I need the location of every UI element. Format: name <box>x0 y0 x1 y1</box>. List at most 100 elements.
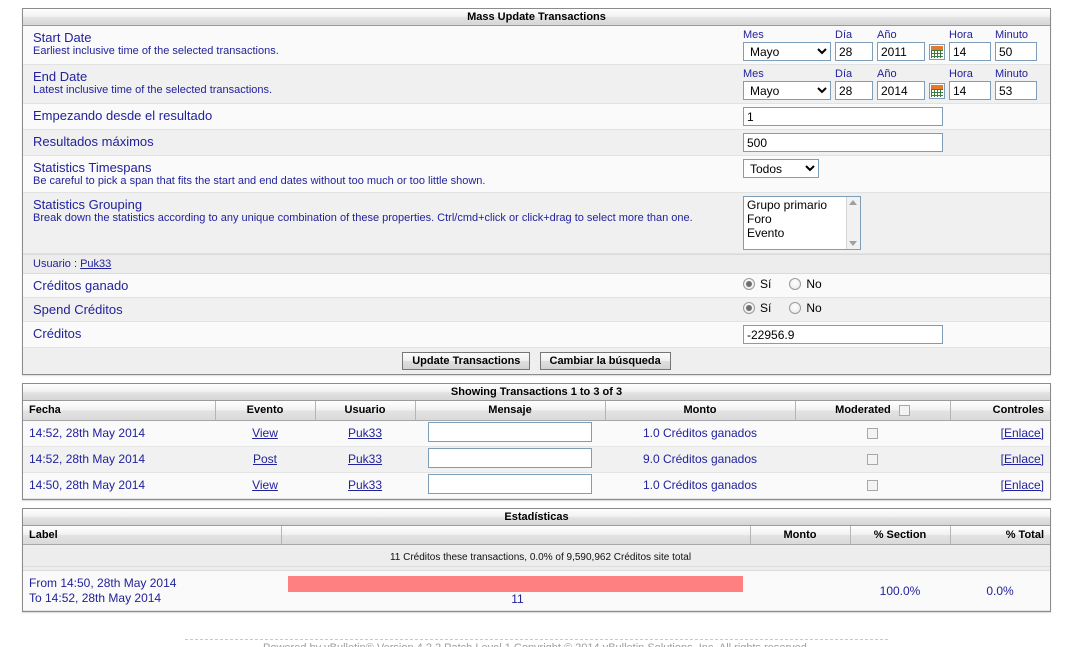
column-header-label[interactable]: Label <box>23 525 282 545</box>
column-header-moderated[interactable]: Moderated <box>795 401 951 421</box>
creditos-label-cell: Créditos <box>23 322 735 345</box>
timespans-label-cell: Statistics Timespans Be careful to pick … <box>23 156 735 192</box>
column-header-fecha[interactable]: Fecha <box>23 401 216 421</box>
start-date-anio-caption: Año <box>877 29 897 41</box>
moderated-checkbox[interactable] <box>867 480 878 492</box>
start-result-label-cell: Empezando desde el resultado <box>23 104 735 127</box>
form-row-timespans: Statistics Timespans Be careful to pick … <box>23 156 1050 193</box>
statistics-note: 11 Créditos these transactions, 0.0% of … <box>23 548 1050 567</box>
start-date-controls: Mes Mayo Día Año Hora <box>735 26 1050 64</box>
grouping-controls: Grupo primario Foro Evento <box>735 193 1050 253</box>
calendar-icon[interactable] <box>929 83 945 99</box>
statistics-monto-cell <box>750 570 850 611</box>
spend-creditos-radio-no-label: No <box>806 301 822 315</box>
max-results-title: Resultados máximos <box>33 134 154 149</box>
creditos-ganado-radio-yes[interactable] <box>743 278 755 290</box>
column-header-evento[interactable]: Evento <box>215 401 316 421</box>
footer: Powered by vBulletin® Version 4.2.2 Patc… <box>0 639 1073 647</box>
start-date-minuto-input[interactable] <box>995 42 1037 61</box>
enlace-link[interactable]: [Enlace] <box>1001 478 1044 492</box>
start-date-anio-input[interactable] <box>877 42 925 61</box>
cell-evento: View <box>215 472 315 499</box>
end-date-anio-input[interactable] <box>877 81 925 100</box>
end-date-desc: Latest inclusive time of the selected tr… <box>33 84 273 96</box>
usuario-bar: Usuario : Puk33 <box>23 254 1050 274</box>
start-result-title: Empezando desde el resultado <box>33 108 213 123</box>
statistics-bar <box>288 575 743 592</box>
end-date-hora-input[interactable] <box>949 81 991 100</box>
moderated-checkbox[interactable] <box>867 454 878 466</box>
cell-mensaje <box>415 446 605 473</box>
mensaje-input[interactable] <box>428 447 592 468</box>
transactions-table: Fecha Evento Usuario Mensaje Monto Moder… <box>23 401 1050 499</box>
scroll-up-arrow-icon[interactable] <box>849 200 857 205</box>
moderated-checkbox[interactable] <box>867 428 878 440</box>
start-date-mes-select[interactable]: Mayo <box>743 42 831 61</box>
start-date-dia-input[interactable] <box>835 42 873 61</box>
statistics-header-row: Label Monto % Section % Total <box>23 525 1050 545</box>
statistics-pct-section-cell: 100.0% <box>850 570 950 611</box>
spend-creditos-title: Spend Créditos <box>33 302 123 317</box>
spend-creditos-label-cell: Spend Créditos <box>23 298 735 321</box>
spend-creditos-radio-no[interactable] <box>789 302 802 314</box>
timespans-controls: Todos <box>735 156 1050 181</box>
update-transactions-button[interactable]: Update Transactions <box>402 352 531 370</box>
column-header-pct-total[interactable]: % Total <box>950 525 1050 545</box>
timespan-select[interactable]: Todos <box>743 159 819 178</box>
grouping-option[interactable]: Grupo primario <box>747 198 860 212</box>
mensaje-input[interactable] <box>428 473 592 494</box>
form-row-creditos: Créditos <box>23 322 1050 348</box>
statistics-label-cell: From 14:50, 28th May 2014 To 14:52, 28th… <box>23 570 281 611</box>
moderated-select-all-checkbox[interactable] <box>898 404 910 416</box>
column-header-moderated-label: Moderated <box>835 404 891 417</box>
evento-link[interactable]: View <box>252 478 278 492</box>
usuario-link[interactable]: Puk33 <box>80 258 111 270</box>
column-header-monto[interactable]: Monto <box>750 525 851 545</box>
cell-controles: [Enlace] <box>950 472 1050 499</box>
column-header-monto[interactable]: Monto <box>605 401 796 421</box>
form-row-creditos-ganado: Créditos ganado Sí No <box>23 274 1050 298</box>
enlace-link[interactable]: [Enlace] <box>1001 452 1044 466</box>
creditos-input[interactable] <box>743 325 943 344</box>
spend-creditos-radio-yes[interactable] <box>743 302 755 314</box>
column-header-pct-section[interactable]: % Section <box>850 525 951 545</box>
spend-creditos-radio-group: Sí No <box>743 301 1050 315</box>
mensaje-input[interactable] <box>428 421 592 442</box>
calendar-icon[interactable] <box>929 44 945 60</box>
transactions-panel-title: Showing Transactions 1 to 3 of 3 <box>23 384 1050 401</box>
form-button-bar: Update Transactions Cambiar la búsqueda <box>23 348 1050 374</box>
cell-moderated <box>795 446 950 473</box>
evento-link[interactable]: View <box>252 426 278 440</box>
start-date-dia-caption: Día <box>835 29 853 41</box>
scroll-down-arrow-icon[interactable] <box>849 241 857 246</box>
evento-link[interactable]: Post <box>253 452 277 466</box>
statistics-bar-cell: 11 <box>281 570 750 611</box>
usuario-link[interactable]: Puk33 <box>348 452 382 466</box>
grouping-scrollbar[interactable] <box>846 197 860 249</box>
usuario-link[interactable]: Puk33 <box>348 426 382 440</box>
max-results-input[interactable] <box>743 133 943 152</box>
column-header-mensaje[interactable]: Mensaje <box>415 401 606 421</box>
timespans-desc: Be careful to pick a span that fits the … <box>33 175 486 187</box>
grouping-multiselect[interactable]: Grupo primario Foro Evento <box>743 196 861 250</box>
creditos-ganado-title: Créditos ganado <box>33 278 129 293</box>
table-row: 14:52, 28th May 2014 View Puk33 1.0 Créd… <box>23 420 1050 447</box>
usuario-link[interactable]: Puk33 <box>348 478 382 492</box>
start-result-input[interactable] <box>743 107 943 126</box>
column-header-usuario[interactable]: Usuario <box>315 401 416 421</box>
start-date-desc: Earliest inclusive time of the selected … <box>33 45 279 57</box>
start-date-dia-cell: Día <box>835 29 873 61</box>
end-date-minuto-input[interactable] <box>995 81 1037 100</box>
grouping-option[interactable]: Foro <box>747 212 860 226</box>
creditos-ganado-radio-no[interactable] <box>789 278 802 290</box>
grouping-option[interactable]: Evento <box>747 226 860 240</box>
timespans-title: Statistics Timespans <box>33 160 152 175</box>
change-search-button[interactable]: Cambiar la búsqueda <box>539 352 671 370</box>
end-date-mes-select[interactable]: Mayo <box>743 81 831 100</box>
column-header-controles[interactable]: Controles <box>950 401 1050 421</box>
enlace-link[interactable]: [Enlace] <box>1001 426 1044 440</box>
start-date-hora-input[interactable] <box>949 42 991 61</box>
creditos-ganado-radio-no-label: No <box>806 277 822 291</box>
statistics-note-row: 11 Créditos these transactions, 0.0% of … <box>23 544 1050 571</box>
end-date-dia-input[interactable] <box>835 81 873 100</box>
